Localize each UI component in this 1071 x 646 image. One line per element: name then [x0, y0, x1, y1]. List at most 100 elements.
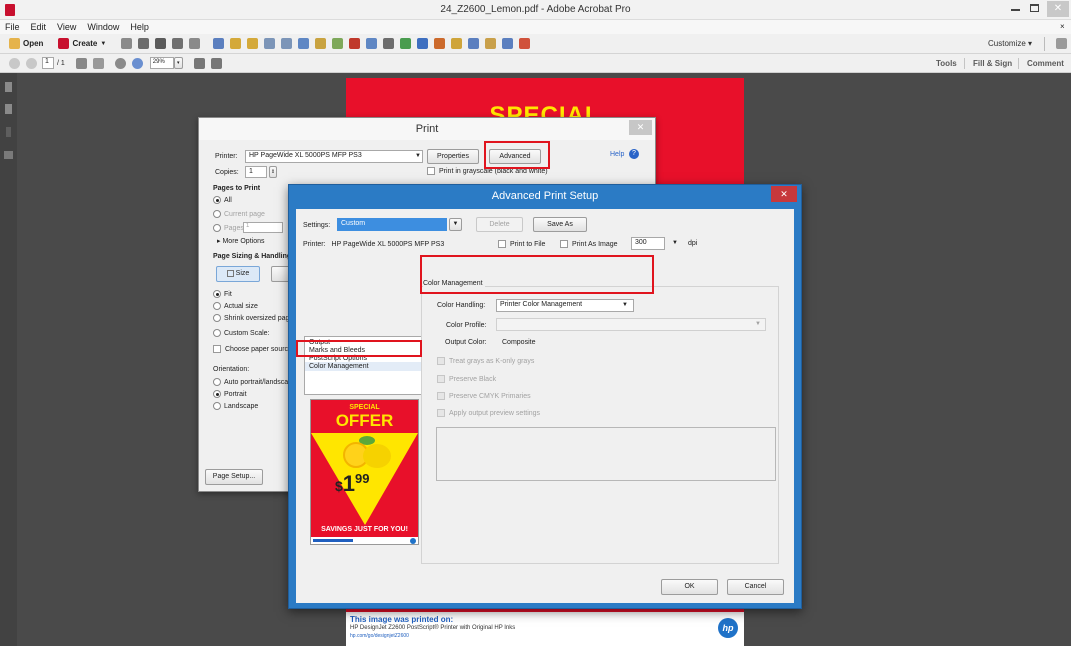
email-icon[interactable]	[189, 38, 201, 49]
chevron-down-icon[interactable]: ▼	[755, 321, 761, 327]
radio-custom-scale-button[interactable]	[213, 329, 221, 337]
preserve-cmyk-box[interactable]	[437, 392, 445, 400]
cancel-button[interactable]: Cancel	[727, 579, 784, 595]
zoom-dropdown-button[interactable]: ▾	[173, 57, 183, 69]
color-handling-select[interactable]: Printer Color Management	[496, 299, 634, 312]
arrow-down-icon[interactable]	[26, 57, 37, 69]
stamp-icon[interactable]	[349, 38, 361, 49]
customize-button[interactable]: Customize ▾	[988, 39, 1032, 48]
preserve-black-checkbox[interactable]: Preserve Black	[437, 375, 496, 383]
treat-grays-checkbox[interactable]: Treat grays as K-only grays	[437, 357, 534, 365]
delete-button[interactable]: Delete	[476, 217, 523, 232]
edit-icon[interactable]	[172, 38, 184, 49]
radio-all[interactable]: All	[213, 196, 232, 204]
close-document-icon[interactable]: ×	[1060, 22, 1065, 31]
print-icon[interactable]	[155, 38, 167, 49]
radio-actual-size[interactable]: Actual size	[213, 302, 258, 310]
gear-icon[interactable]	[213, 38, 225, 49]
radio-custom-scale[interactable]: Custom Scale:	[213, 329, 270, 337]
chart-icon[interactable]	[434, 38, 446, 49]
dpi-input[interactable]: 300	[631, 237, 665, 250]
form-icon[interactable]	[366, 38, 378, 49]
maximize-button[interactable]	[1030, 4, 1039, 12]
menu-help[interactable]: Help	[130, 22, 149, 32]
advanced-dialog-close-button[interactable]: ✕	[771, 186, 797, 202]
treat-grays-box[interactable]	[437, 357, 445, 365]
page-number-input[interactable]: 1	[42, 57, 54, 69]
preserve-black-box[interactable]	[437, 375, 445, 383]
radio-actual-size-button[interactable]	[213, 302, 221, 310]
signature-icon[interactable]	[4, 151, 13, 159]
print-as-image-checkbox[interactable]: Print As Image	[560, 240, 618, 248]
fit-width-icon[interactable]	[210, 57, 222, 69]
radio-pages-button[interactable]	[213, 224, 221, 232]
minimize-button[interactable]	[1011, 9, 1020, 11]
flag-icon[interactable]	[519, 38, 531, 49]
radio-shrink-button[interactable]	[213, 314, 221, 322]
fill-sign-link[interactable]: Fill & Sign	[973, 59, 1012, 68]
menu-file[interactable]: File	[5, 22, 20, 32]
preserve-cmyk-checkbox[interactable]: Preserve CMYK Primaries	[437, 392, 531, 400]
chevron-down-icon[interactable]: ▼	[100, 41, 106, 47]
camera-icon[interactable]	[383, 38, 395, 49]
document-icon[interactable]	[281, 38, 293, 49]
comment-link[interactable]: Comment	[1027, 59, 1064, 68]
open-button[interactable]: Open	[23, 39, 43, 48]
menu-edit[interactable]: Edit	[31, 22, 47, 32]
cloud-icon[interactable]	[138, 38, 150, 49]
grayscale-check-box[interactable]	[427, 167, 435, 175]
settings-dropdown-button[interactable]: ▼	[449, 218, 462, 231]
printer-select[interactable]: HP PageWide XL 5000PS MFP PS3	[245, 150, 423, 163]
tag-icon[interactable]	[451, 38, 463, 49]
chevron-down-icon[interactable]: ▼	[622, 302, 628, 308]
save-as-button[interactable]: Save As	[533, 217, 587, 232]
ok-button[interactable]: OK	[661, 579, 718, 595]
zoom-in-icon[interactable]	[131, 57, 143, 69]
page-icon[interactable]	[264, 38, 276, 49]
more-options-toggle[interactable]: ▸ More Options	[217, 237, 265, 245]
create-button[interactable]: Create	[72, 39, 97, 48]
radio-auto-portrait[interactable]: Auto portrait/landscape	[213, 378, 296, 386]
spreadsheet-icon[interactable]	[400, 38, 412, 49]
radio-all-button[interactable]	[213, 196, 221, 204]
close-window-button[interactable]: ✕	[1047, 1, 1069, 17]
page-thumbnails-icon[interactable]	[5, 82, 12, 92]
radio-auto-portrait-button[interactable]	[213, 378, 221, 386]
radio-current-page[interactable]: Current page	[213, 210, 265, 218]
help-icon[interactable]: ?	[629, 149, 639, 159]
save-icon[interactable]	[121, 38, 133, 49]
radio-current-page-button[interactable]	[213, 210, 221, 218]
radio-pages[interactable]: Pages	[213, 224, 244, 232]
radio-landscape-button[interactable]	[213, 402, 221, 410]
section-item-color-management[interactable]: Color Management	[305, 362, 421, 371]
tools-link[interactable]: Tools	[936, 59, 957, 68]
apply-preview-box[interactable]	[437, 409, 445, 417]
radio-portrait-button[interactable]	[213, 390, 221, 398]
shield-icon[interactable]	[502, 38, 514, 49]
radio-portrait[interactable]: Portrait	[213, 390, 247, 398]
paperclip-icon[interactable]	[6, 127, 11, 137]
lock-icon[interactable]	[485, 38, 497, 49]
expand-icon[interactable]	[1056, 38, 1067, 49]
copies-input[interactable]: 1	[245, 166, 267, 178]
person-icon[interactable]	[468, 38, 480, 49]
sticky-note-icon[interactable]	[247, 38, 259, 49]
print-to-file-checkbox[interactable]: Print to File	[498, 240, 545, 248]
help-link[interactable]: Help	[610, 151, 624, 158]
combine-icon[interactable]	[315, 38, 327, 49]
size-button[interactable]: Size	[216, 266, 260, 282]
color-profile-select[interactable]	[496, 318, 766, 331]
chevron-down-icon[interactable]: ▼	[415, 153, 421, 159]
print-as-image-box[interactable]	[560, 240, 568, 248]
page-setup-button[interactable]: Page Setup...	[205, 469, 263, 485]
print-to-file-box[interactable]	[498, 240, 506, 248]
choose-paper-source-box[interactable]	[213, 345, 221, 353]
chevron-down-icon[interactable]: ▼	[672, 240, 678, 246]
menu-view[interactable]: View	[57, 22, 76, 32]
print-dialog-close-button[interactable]: ✕	[629, 120, 652, 135]
fit-page-icon[interactable]	[193, 57, 205, 69]
settings-select[interactable]: Custom	[337, 218, 447, 231]
puzzle-icon[interactable]	[332, 38, 344, 49]
radio-fit-button[interactable]	[213, 290, 221, 298]
hand-tool-icon[interactable]	[92, 57, 104, 69]
